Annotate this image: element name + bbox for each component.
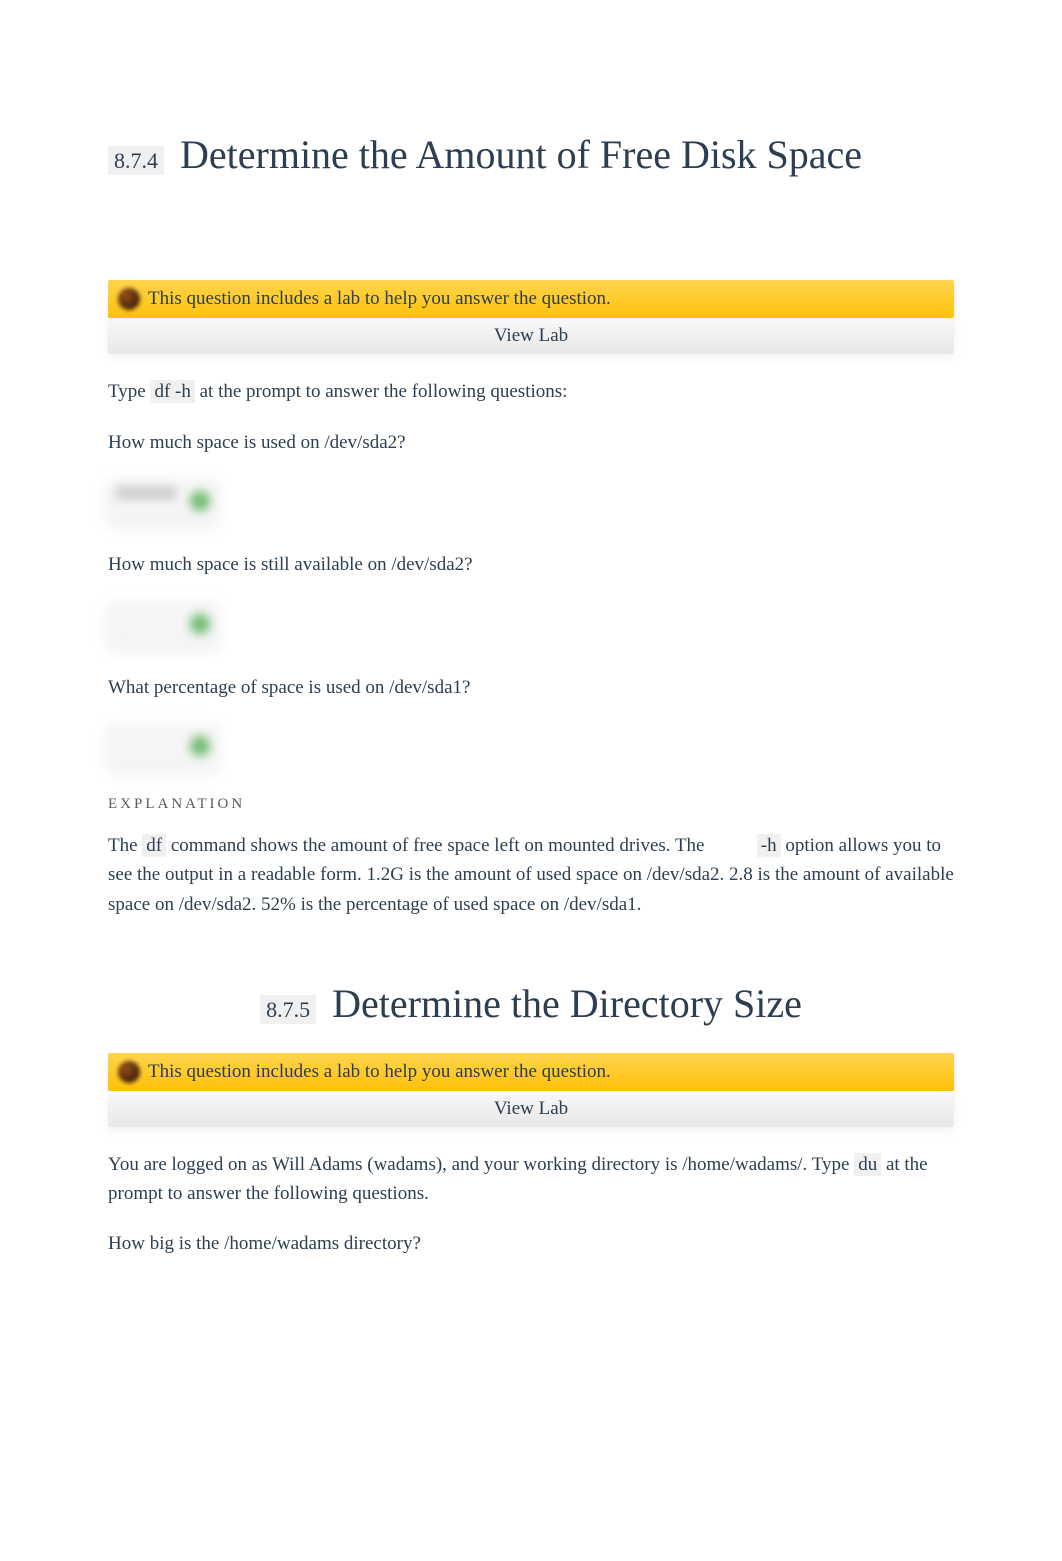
answer-field-2[interactable] [108, 602, 218, 646]
lab-banner-2: This question includes a lab to help you… [108, 1053, 954, 1091]
section2-title: Determine the Directory Size [332, 981, 802, 1026]
intro-command: df -h [150, 380, 194, 403]
question-2: How much space is still available on /de… [108, 551, 954, 580]
intro-text: Type df -h at the prompt to answer the f… [108, 378, 954, 407]
view-lab-button[interactable]: View Lab [108, 318, 954, 354]
explanation-body: The df command shows the amount of free … [108, 831, 954, 919]
section2-number: 8.7.5 [260, 995, 316, 1024]
explanation-label: EXPLANATION [108, 796, 954, 813]
lab-banner-text: This question includes a lab to help you… [148, 288, 611, 310]
question-3: What percentage of space is used on /dev… [108, 674, 954, 703]
answer-field-1[interactable] [108, 479, 218, 523]
exp-cmd-df: df [142, 834, 166, 857]
lab-banner: This question includes a lab to help you… [108, 280, 954, 318]
section-title-block: 8.7.4 Determine the Amount of Free Disk … [108, 130, 954, 180]
s2-intro1: You are logged on as Will Adams (wadams)… [108, 1154, 854, 1175]
answer-field-3[interactable] [108, 724, 218, 768]
intro-post: at the prompt to answer the following qu… [195, 381, 568, 402]
section-number: 8.7.4 [108, 146, 164, 175]
section-title: Determine the Amount of Free Disk Space [180, 132, 862, 177]
intro-pre: Type [108, 381, 150, 402]
lab-icon-2 [118, 1061, 140, 1083]
s2-intro-cmd: du [854, 1153, 881, 1176]
question-1: How much space is used on /dev/sda2? [108, 429, 954, 458]
exp-gap [705, 835, 757, 856]
lab-icon [118, 288, 140, 310]
view-lab-button-2[interactable]: View Lab [108, 1091, 954, 1127]
section2-title-block: 8.7.5 Determine the Directory Size [108, 979, 954, 1029]
exp-cmd-h: -h [757, 834, 781, 857]
exp-pre: The [108, 835, 142, 856]
exp-mid1: command shows the amount of free space l… [166, 835, 704, 856]
section2-intro: You are logged on as Will Adams (wadams)… [108, 1151, 954, 1208]
lab-banner-text-2: This question includes a lab to help you… [148, 1061, 611, 1083]
section2-question-1: How big is the /home/wadams directory? [108, 1230, 954, 1259]
